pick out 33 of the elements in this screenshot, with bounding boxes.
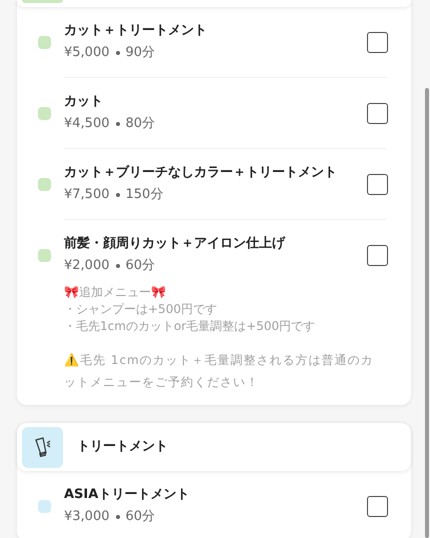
price: ¥3,000 <box>64 509 110 525</box>
note-line: ・シャンプーは+500円です <box>64 301 218 318</box>
bullet-icon <box>116 193 120 197</box>
duration: 60分 <box>126 509 156 525</box>
note-line: ・毛先1cmのカットor毛量調整は+500円です <box>64 318 316 335</box>
category-title: トリートメント <box>77 438 168 456</box>
price: ¥2,000 <box>64 258 110 274</box>
warning-text: ⚠毛先 1cmのカット＋毛量調整される方は普通のカットメニューをご予約ください！ <box>64 352 375 391</box>
checkbox[interactable] <box>367 32 388 52</box>
price: ¥4,500 <box>64 116 110 132</box>
checkbox[interactable] <box>367 174 388 194</box>
duration: 60分 <box>126 258 156 274</box>
price: ¥5,000 <box>64 45 110 61</box>
menu-title: ASIAトリートメント <box>64 487 190 503</box>
menu-title: 前髪・顔周りカット＋アイロン仕上げ <box>64 236 286 252</box>
checkbox[interactable] <box>367 244 388 266</box>
category-header[interactable]: トリートメント <box>17 423 411 471</box>
duration: 150分 <box>126 187 164 203</box>
scrollbar[interactable] <box>425 88 429 538</box>
category-icon-tile <box>22 0 63 3</box>
note-line: 🎀追加メニュー🎀 <box>64 284 167 301</box>
bullet-icon <box>116 264 120 268</box>
price: ¥7,500 <box>64 187 110 203</box>
bullet-icon <box>116 51 120 55</box>
duration: 90分 <box>126 45 156 61</box>
menu-title: カット＋トリートメント <box>64 23 208 39</box>
checkbox[interactable] <box>367 102 388 124</box>
menu-title: カット <box>64 94 104 110</box>
duration: 80分 <box>126 116 156 132</box>
menu-title: カット＋ブリーチなしカラー＋トリートメント <box>64 165 338 181</box>
checkbox[interactable] <box>367 496 388 516</box>
bullet-icon <box>116 122 120 126</box>
bullet-icon <box>116 515 120 519</box>
